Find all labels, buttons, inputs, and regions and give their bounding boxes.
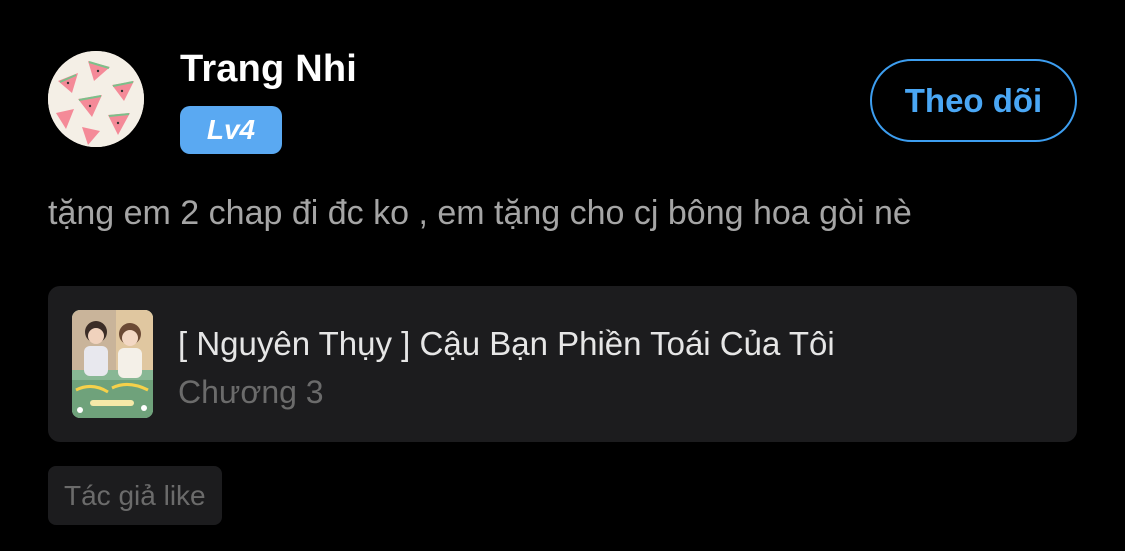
comment-item: Trang Nhi Lv4 Theo dõi tặng em 2 chap đi… — [0, 0, 1125, 551]
level-badge: Lv4 — [180, 106, 282, 154]
story-cover-image-icon — [72, 310, 153, 418]
username[interactable]: Trang Nhi — [180, 46, 357, 92]
comment-text: tặng em 2 chap đi đc ko , em tặng cho cj… — [48, 194, 912, 232]
story-card[interactable]: [ Nguyên Thụy ] Cậu Bạn Phiền Toái Của T… — [48, 286, 1077, 442]
story-chapter: Chương 3 — [178, 374, 324, 410]
watermelon-avatar-icon — [48, 51, 144, 147]
story-title: [ Nguyên Thụy ] Cậu Bạn Phiền Toái Của T… — [178, 325, 835, 362]
avatar[interactable] — [48, 51, 144, 147]
follow-button[interactable]: Theo dõi — [870, 59, 1077, 142]
story-cover — [72, 310, 153, 418]
author-like-tag: Tác giả like — [48, 466, 222, 525]
